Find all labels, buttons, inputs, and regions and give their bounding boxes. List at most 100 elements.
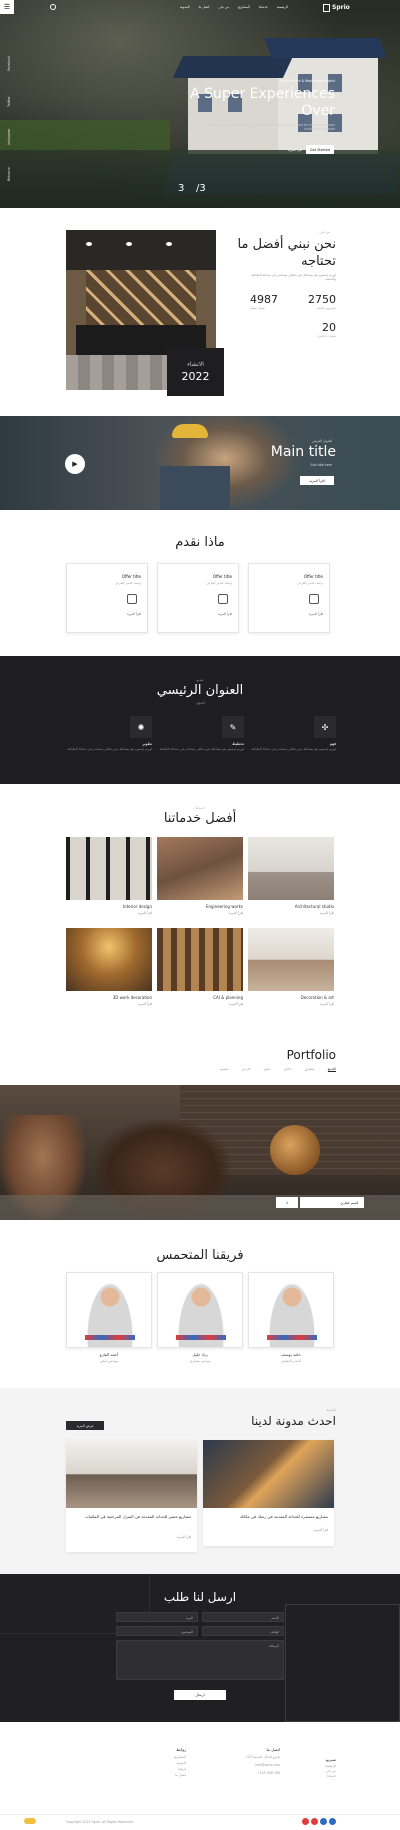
logo-icon xyxy=(323,3,330,12)
portfolio-tab[interactable]: ديكور xyxy=(264,1067,271,1072)
email-field[interactable]: البريد xyxy=(116,1612,198,1622)
team-card[interactable] xyxy=(248,1272,334,1348)
stat-label: عميل سعيد xyxy=(250,306,265,310)
nav-item[interactable]: من نحن xyxy=(218,5,229,11)
blog-card[interactable]: مشاريع متميز للحداثة المقدمة في المنزل ا… xyxy=(66,1440,197,1552)
offer-card[interactable]: Offer title وصف قصير للعرض اقرأ المزيد xyxy=(157,563,239,633)
offer-icon xyxy=(309,594,319,604)
offer-link[interactable]: اقرأ المزيد xyxy=(218,612,232,616)
offer-card[interactable]: Offer title وصف قصير للعرض اقرأ المزيد xyxy=(66,563,148,633)
nav-item[interactable]: اتصل بنا xyxy=(199,5,210,11)
youtube-icon[interactable] xyxy=(302,1818,309,1825)
blog-image xyxy=(66,1440,197,1508)
submit-button[interactable]: ارسال xyxy=(174,1690,226,1700)
team-name: أحمد الفارو xyxy=(99,1352,119,1357)
offer-card[interactable]: Offer title وصف قصير للعرض اقرأ المزيد xyxy=(248,563,330,633)
service-link[interactable]: اقرأ المزيد xyxy=(248,1002,334,1006)
service-image[interactable] xyxy=(157,928,243,991)
service-link[interactable]: اقرأ المزيد xyxy=(66,1002,152,1006)
social-link[interactable]: Instagram xyxy=(7,129,11,145)
portfolio-tab[interactable]: الجميع xyxy=(327,1067,336,1072)
menu-toggle[interactable]: ☰ xyxy=(0,0,14,14)
service-title: Decoration & art xyxy=(300,995,334,1000)
portfolio-tab[interactable]: خارجي xyxy=(241,1067,250,1072)
service-title: CAI & planning xyxy=(213,995,243,1000)
toggle-switch[interactable] xyxy=(24,1818,36,1824)
hero-contact-button[interactable]: Get Started xyxy=(306,145,334,154)
contact-title: ارسل لنا طلب xyxy=(163,1590,237,1604)
service-image[interactable] xyxy=(248,928,334,991)
nav-item[interactable]: خدماتنا xyxy=(259,5,268,11)
service-link[interactable]: اقرأ المزيد xyxy=(66,911,152,915)
hamburger-icon: ☰ xyxy=(3,3,11,11)
service-link[interactable]: اقرأ المزيد xyxy=(248,911,334,915)
footer-link[interactable]: المدونة xyxy=(140,1761,186,1765)
nav-item[interactable]: المدونة xyxy=(180,5,190,11)
side-social: Facebook Twitter Instagram Behance xyxy=(3,55,13,185)
site-logo[interactable]: Sprio xyxy=(323,3,363,12)
feature-icon: ✎ xyxy=(222,716,244,738)
service-image[interactable] xyxy=(157,837,243,900)
blog-post-link[interactable]: اقرأ المزيد xyxy=(314,1528,328,1532)
feature-item: ✎ تخطيط لوريم إيبسوم هو ببساطة نص شكلي ي… xyxy=(158,716,244,766)
offers-title: ماذا نقدم xyxy=(175,535,225,550)
logo-text: Sprio xyxy=(332,4,350,11)
blog-more-button[interactable]: عرض المزيد xyxy=(66,1421,104,1430)
subject-field[interactable]: الموضوع xyxy=(116,1626,198,1636)
social-link[interactable]: Behance xyxy=(7,167,11,181)
message-field[interactable]: الرسالة xyxy=(116,1640,284,1680)
service-title: 3D work decoration xyxy=(112,995,152,1000)
nav-item[interactable]: الرئيسية xyxy=(277,5,288,11)
founded-year: 2022 xyxy=(181,370,210,383)
blog-post-link[interactable]: اقرأ المزيد xyxy=(177,1535,191,1539)
stat-years: 20 سنوات الخبرة xyxy=(300,321,336,338)
footer-link[interactable]: اتصل بنا xyxy=(140,1773,186,1777)
team-role: المدير التنفيذي xyxy=(281,1359,301,1363)
hero-more-link[interactable]: اقرأ المزيد xyxy=(276,148,302,152)
footer-link[interactable]: خدماتنا xyxy=(296,1774,336,1778)
feature-item: ✺ تطوير لوريم إيبسوم هو ببساطة نص شكلي ي… xyxy=(66,716,152,766)
twitter-icon[interactable] xyxy=(311,1818,318,1825)
about-description: لوريم إيبسوم هو ببساطة نص شكلي يستخدم في… xyxy=(251,273,337,281)
team-card[interactable] xyxy=(157,1272,243,1348)
footer-link[interactable]: من نحن xyxy=(296,1769,336,1773)
portfolio-title: Portfolio xyxy=(286,1048,336,1062)
service-link[interactable]: اقرأ المزيد xyxy=(157,911,243,915)
nav-item[interactable]: المشاريع xyxy=(238,5,250,11)
team-card[interactable] xyxy=(66,1272,152,1348)
about-title: نحن نبني أفضل ما تحتاجه xyxy=(237,237,336,269)
footer-link[interactable]: الرئيسية xyxy=(296,1764,336,1768)
service-image[interactable] xyxy=(66,928,152,991)
portfolio-item-number: 1 xyxy=(276,1197,298,1208)
hero-description: Lorem ipsum dolor sit amet, consectetur … xyxy=(208,123,335,131)
portfolio-tab[interactable]: داخلي xyxy=(284,1067,292,1072)
portfolio-tab[interactable]: تصميم xyxy=(220,1067,229,1072)
blog-post-title: مشاريع مستمرة للحداثة المقدمة في زمنك في… xyxy=(239,1514,328,1519)
play-button[interactable]: ▶ xyxy=(65,454,85,474)
service-image[interactable] xyxy=(248,837,334,900)
linkedin-icon[interactable] xyxy=(320,1818,327,1825)
stat-value: 20 xyxy=(322,321,336,334)
video-button[interactable]: اقرأ المزيد xyxy=(300,476,334,485)
play-icon: ▶ xyxy=(72,460,78,468)
features-title: العنوان الرئيسي xyxy=(156,683,244,698)
blog-section: المدونة احدث مدونة لدينا عرض المزيد مشار… xyxy=(0,1388,400,1574)
search-icon[interactable] xyxy=(50,4,56,10)
service-title: Interior design xyxy=(122,904,152,909)
offer-link[interactable]: اقرأ المزيد xyxy=(127,612,141,616)
social-link[interactable]: Facebook xyxy=(7,56,11,71)
portfolio-tab[interactable]: معماري xyxy=(305,1067,315,1072)
social-link[interactable]: Twitter xyxy=(7,96,11,107)
service-image[interactable] xyxy=(66,837,152,900)
portfolio-showcase[interactable]: قسم عقاري 1 xyxy=(0,1085,400,1220)
offer-link[interactable]: اقرأ المزيد xyxy=(309,612,323,616)
portfolio-item-label[interactable]: قسم عقاري xyxy=(300,1197,364,1208)
facebook-icon[interactable] xyxy=(329,1818,336,1825)
footer-link[interactable]: فريقنا xyxy=(140,1767,186,1771)
name-field[interactable]: الاسم xyxy=(202,1612,284,1622)
phone-field[interactable]: الهاتف xyxy=(202,1626,284,1636)
blog-card[interactable]: مشاريع مستمرة للحداثة المقدمة في زمنك في… xyxy=(203,1440,334,1546)
offer-icon xyxy=(127,594,137,604)
footer-link[interactable]: المشاريع xyxy=(140,1755,186,1759)
service-link[interactable]: اقرأ المزيد xyxy=(157,1002,243,1006)
